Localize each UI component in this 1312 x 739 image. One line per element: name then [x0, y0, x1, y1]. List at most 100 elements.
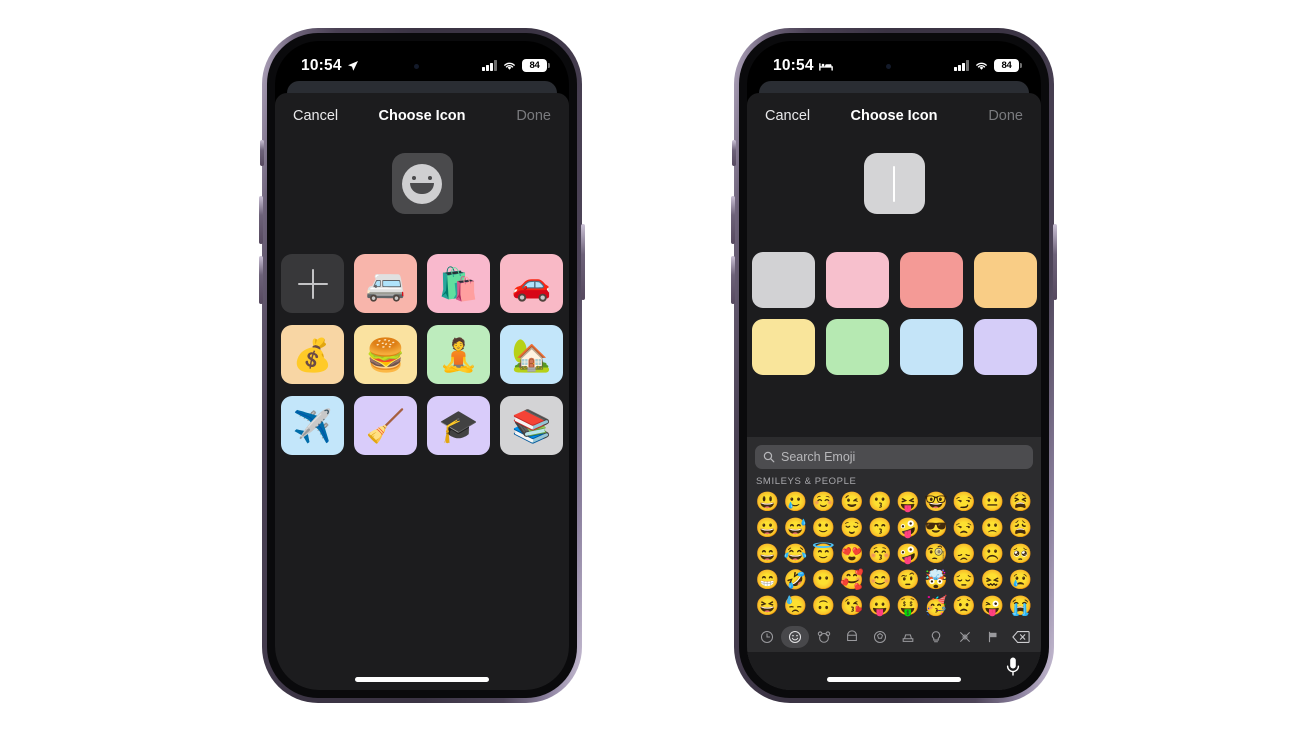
- icon-red-car[interactable]: 🚗: [500, 254, 563, 313]
- emoji-cell[interactable]: 🤣: [782, 568, 809, 594]
- cancel-button[interactable]: Cancel: [293, 108, 338, 124]
- emoji-cell[interactable]: 🥲: [782, 490, 809, 516]
- emoji-cell[interactable]: 😒: [951, 516, 978, 542]
- search-input[interactable]: Search Emoji: [755, 445, 1033, 469]
- icon-preview-tile[interactable]: [391, 153, 453, 214]
- volume-up-button[interactable]: [259, 196, 263, 244]
- icon-hamburger[interactable]: 🍔: [354, 325, 417, 384]
- category-animals-icon[interactable]: [809, 626, 837, 648]
- emoji-cell[interactable]: 🙃: [810, 594, 837, 620]
- emoji-cell[interactable]: 😎: [923, 516, 950, 542]
- category-flags-icon[interactable]: [979, 626, 1007, 648]
- home-indicator-left[interactable]: [355, 677, 489, 682]
- emoji-cell[interactable]: 😫: [1007, 490, 1034, 516]
- volume-down-button[interactable]: [731, 256, 735, 304]
- emoji-cell[interactable]: 😘: [838, 594, 865, 620]
- emoji-cell[interactable]: 😙: [866, 516, 893, 542]
- emoji-cell[interactable]: ☹️: [979, 542, 1006, 568]
- emoji-cell[interactable]: 😝: [895, 490, 922, 516]
- emoji-cell[interactable]: 😗: [866, 490, 893, 516]
- emoji-cell[interactable]: 🥰: [838, 568, 865, 594]
- swatch-gray[interactable]: [751, 252, 815, 308]
- emoji-cell[interactable]: 🤑: [895, 594, 922, 620]
- emoji-cell[interactable]: 😓: [782, 594, 809, 620]
- icon-books[interactable]: 📚: [500, 396, 563, 455]
- emoji-cell[interactable]: 😐: [979, 490, 1006, 516]
- icon-shopping-bags[interactable]: 🛍️: [427, 254, 490, 313]
- icon-money-bag[interactable]: 💰: [281, 325, 344, 384]
- emoji-cell[interactable]: 😉: [838, 490, 865, 516]
- volume-up-button[interactable]: [731, 196, 735, 244]
- emoji-cell[interactable]: 😇: [810, 542, 837, 568]
- category-activity-icon[interactable]: [866, 626, 894, 648]
- emoji-cell[interactable]: 🥺: [1007, 542, 1034, 568]
- emoji-cell[interactable]: 🤪: [895, 542, 922, 568]
- emoji-cell[interactable]: 😏: [951, 490, 978, 516]
- swatch-lavender[interactable]: [973, 319, 1037, 375]
- emoji-cell[interactable]: 😜: [979, 594, 1006, 620]
- icon-preview-tile[interactable]: [863, 153, 925, 214]
- icon-broom[interactable]: 🧹: [354, 396, 417, 455]
- emoji-cell[interactable]: 😍: [838, 542, 865, 568]
- emoji-cell[interactable]: 😌: [838, 516, 865, 542]
- mute-switch-button[interactable]: [732, 140, 736, 166]
- swatch-salmon[interactable]: [899, 252, 963, 308]
- icon-graduation-cap[interactable]: 🎓: [427, 396, 490, 455]
- icon-airplane[interactable]: ✈️: [281, 396, 344, 455]
- delete-backspace-icon[interactable]: [1007, 626, 1035, 648]
- emoji-cell[interactable]: 😊: [866, 568, 893, 594]
- emoji-cell[interactable]: 🥳: [923, 594, 950, 620]
- emoji-cell[interactable]: 😁: [754, 568, 781, 594]
- emoji-cell[interactable]: 😭: [1007, 594, 1034, 620]
- home-indicator-right[interactable]: [827, 677, 961, 682]
- done-button[interactable]: Done: [516, 108, 551, 124]
- emoji-cell[interactable]: 😩: [1007, 516, 1034, 542]
- emoji-cell[interactable]: 😂: [782, 542, 809, 568]
- category-travel-icon[interactable]: [894, 626, 922, 648]
- emoji-search-area: Search Emoji: [747, 437, 1041, 469]
- emoji-cell[interactable]: 🤓: [923, 490, 950, 516]
- emoji-cell[interactable]: 🙁: [979, 516, 1006, 542]
- done-button[interactable]: Done: [988, 108, 1023, 124]
- icon-minibus[interactable]: 🚐: [354, 254, 417, 313]
- mute-switch-button[interactable]: [260, 140, 264, 166]
- swatch-pink[interactable]: [825, 252, 889, 308]
- emoji-cell[interactable]: 😃: [754, 490, 781, 516]
- swatch-orange[interactable]: [973, 252, 1037, 308]
- power-button[interactable]: [581, 224, 585, 300]
- emoji-cell[interactable]: 🙂: [810, 516, 837, 542]
- emoji-cell[interactable]: 😔: [951, 568, 978, 594]
- emoji-cell[interactable]: 😶: [810, 568, 837, 594]
- emoji-cell[interactable]: 😀: [754, 516, 781, 542]
- emoji-cell[interactable]: 🤪: [895, 516, 922, 542]
- cancel-button[interactable]: Cancel: [765, 108, 810, 124]
- swatch-yellow[interactable]: [751, 319, 815, 375]
- emoji-cell[interactable]: 😖: [979, 568, 1006, 594]
- emoji-cell[interactable]: 😄: [754, 542, 781, 568]
- emoji-cell[interactable]: 🤨: [895, 568, 922, 594]
- emoji-cell[interactable]: 😞: [951, 542, 978, 568]
- icon-lotus-position[interactable]: 🧘: [427, 325, 490, 384]
- emoji-cell[interactable]: 😚: [866, 542, 893, 568]
- icon-house[interactable]: 🏡: [500, 325, 563, 384]
- power-button[interactable]: [1053, 224, 1057, 300]
- category-food-icon[interactable]: [838, 626, 866, 648]
- category-objects-icon[interactable]: [922, 626, 950, 648]
- emoji-cell[interactable]: 😆: [754, 594, 781, 620]
- emoji-cell[interactable]: 🧐: [923, 542, 950, 568]
- microphone-icon[interactable]: [1005, 656, 1021, 683]
- emoji-cell[interactable]: ☺️: [810, 490, 837, 516]
- category-symbols-icon[interactable]: [950, 626, 978, 648]
- category-recents-icon[interactable]: [753, 626, 781, 648]
- category-smileys-icon[interactable]: [781, 626, 810, 648]
- emoji-cell[interactable]: 😛: [866, 594, 893, 620]
- volume-down-button[interactable]: [259, 256, 263, 304]
- emoji-cell[interactable]: 😅: [782, 516, 809, 542]
- swatch-light-blue[interactable]: [899, 319, 963, 375]
- emoji-cell[interactable]: 😟: [951, 594, 978, 620]
- emoji-cell[interactable]: 😢: [1007, 568, 1034, 594]
- emoji-cell[interactable]: 🤯: [923, 568, 950, 594]
- add-icon-button[interactable]: [281, 254, 344, 313]
- emoji-row: 😀 😅 🙂 😌 😙 🤪 😎 😒 🙁 😩: [753, 516, 1035, 542]
- swatch-green[interactable]: [825, 319, 889, 375]
